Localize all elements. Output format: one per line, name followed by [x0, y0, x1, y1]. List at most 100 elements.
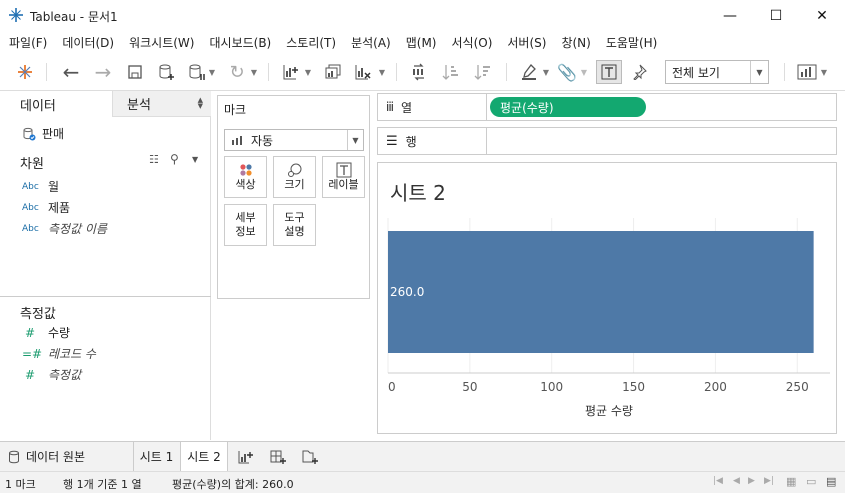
dimension-label: 제품: [48, 201, 71, 215]
group-dropdown-icon[interactable]: ▼: [580, 61, 588, 83]
tab-datasource-label: 데이터 원본: [26, 450, 86, 464]
menu-data[interactable]: 데이터(D): [57, 34, 119, 51]
bar-chart-icon: [232, 136, 242, 145]
sort-descending-icon[interactable]: [472, 61, 494, 83]
tableau-start-icon[interactable]: [14, 61, 36, 83]
dimension-label: 월: [48, 180, 60, 194]
datasource-item[interactable]: 판매: [22, 125, 64, 142]
new-worksheet-icon[interactable]: [280, 61, 302, 83]
group-icon[interactable]: 📎: [556, 61, 578, 83]
bar[interactable]: [388, 231, 814, 353]
number-type-icon: #: [24, 367, 36, 382]
columns-pill[interactable]: 평균(수량): [490, 97, 646, 117]
highlight-dropdown-icon[interactable]: ▼: [542, 61, 550, 83]
pane-divider[interactable]: [0, 296, 211, 297]
dimension-item[interactable]: Abc 측정값 이름: [22, 220, 107, 237]
maximize-button[interactable]: ☐: [753, 0, 799, 31]
list-view-icon[interactable]: ☷: [149, 153, 159, 166]
columns-shelf[interactable]: iii 열 평균(수량): [377, 93, 837, 121]
menu-map[interactable]: 맵(M): [401, 34, 442, 51]
pause-dropdown-icon[interactable]: ▼: [208, 61, 216, 83]
updown-icon: ▲ ▼: [197, 96, 203, 110]
swap-rows-columns-icon[interactable]: [408, 61, 430, 83]
string-type-icon: Abc: [22, 223, 39, 234]
show-tabs-icon[interactable]: ▤: [826, 475, 836, 488]
database-icon: [9, 450, 19, 463]
tab-datasource[interactable]: 데이터 원본: [0, 442, 128, 471]
rows-shelf[interactable]: ☰ 행: [377, 127, 837, 155]
duplicate-sheet-icon[interactable]: [322, 61, 344, 83]
menu-file[interactable]: 파일(F): [4, 34, 52, 51]
show-mark-labels-icon[interactable]: [596, 60, 622, 84]
dimension-item[interactable]: Abc 제품: [22, 199, 70, 216]
bar-chart: 260.0 0 50 100 150 200 250 평균 수량: [387, 218, 830, 418]
string-type-icon: Abc: [22, 202, 39, 213]
tableau-logo-icon: [9, 8, 23, 22]
x-tick-label: 100: [540, 380, 563, 394]
color-button[interactable]: 색상: [224, 156, 267, 198]
menu-analysis[interactable]: 분석(A): [346, 34, 396, 51]
menu-help[interactable]: 도움말(H): [601, 34, 663, 51]
show-me-dropdown-icon[interactable]: ▼: [820, 61, 828, 83]
tab-analysis-label: 분석: [127, 98, 151, 113]
size-button[interactable]: 크기: [273, 156, 316, 198]
color-label: 색상: [235, 178, 256, 191]
clear-sheet-icon[interactable]: [352, 61, 374, 83]
refresh-icon[interactable]: ↻: [226, 61, 248, 83]
dimension-item[interactable]: Abc 월: [22, 178, 59, 195]
tab-analysis[interactable]: 분석 ▲ ▼: [112, 91, 211, 117]
undo-icon[interactable]: ←: [60, 60, 82, 84]
new-worksheet-tab-icon[interactable]: [234, 442, 258, 471]
sort-ascending-icon[interactable]: [440, 61, 462, 83]
label-button[interactable]: 레이블: [322, 156, 365, 198]
tab-view-icon[interactable]: ▭: [806, 475, 816, 488]
detail-button[interactable]: 세부 정보: [224, 204, 267, 246]
new-story-tab-icon[interactable]: [298, 442, 322, 471]
new-worksheet-dropdown-icon[interactable]: ▼: [304, 61, 312, 83]
label-icon: [336, 162, 351, 178]
menu-format[interactable]: 서식(O): [447, 34, 498, 51]
search-icon[interactable]: ⚲: [170, 152, 179, 166]
measure-item[interactable]: # 측정값: [22, 366, 81, 383]
measure-item[interactable]: =# 레코드 수: [22, 345, 96, 362]
save-icon[interactable]: [124, 61, 146, 83]
tooltip-label-line1: 도구: [284, 211, 305, 224]
chevron-down-icon[interactable]: ▼: [192, 155, 198, 164]
tab-sheet-2[interactable]: 시트 2: [180, 442, 228, 471]
tab-data[interactable]: 데이터: [0, 91, 112, 117]
first-sheet-icon[interactable]: |◀: [713, 476, 723, 486]
clear-dropdown-icon[interactable]: ▼: [378, 61, 386, 83]
menu-server[interactable]: 서버(S): [502, 34, 551, 51]
new-datasource-icon[interactable]: [156, 61, 178, 83]
dimension-label: 측정값 이름: [48, 222, 108, 236]
refresh-dropdown-icon[interactable]: ▼: [250, 61, 258, 83]
data-pane: 데이터 분석 ▲ ▼ 판매 차원 ☷ ⚲ ▼ Abc 월 Abc 제품 Abc 측…: [0, 91, 211, 440]
menu-story[interactable]: 스토리(T): [281, 34, 341, 51]
marks-card: 마크 자동 ▼ 색상 크기 레이블 세부 정보 도구 설명: [217, 95, 370, 299]
new-dashboard-tab-icon[interactable]: [266, 442, 290, 471]
tab-sheet-1[interactable]: 시트 1: [133, 442, 179, 471]
menu-worksheet[interactable]: 워크시트(W): [124, 34, 199, 51]
measure-label: 수량: [48, 326, 71, 340]
previous-sheet-icon[interactable]: ◀: [733, 476, 740, 486]
minimize-button[interactable]: —: [707, 0, 753, 31]
mark-type-select[interactable]: 자동 ▼: [224, 129, 364, 151]
pin-icon[interactable]: [628, 61, 650, 83]
redo-icon[interactable]: →: [92, 60, 114, 84]
next-sheet-icon[interactable]: ▶: [748, 476, 755, 486]
measure-item[interactable]: # 수량: [22, 324, 70, 341]
last-sheet-icon[interactable]: ▶|: [764, 476, 774, 486]
tooltip-button[interactable]: 도구 설명: [273, 204, 316, 246]
fit-view-select[interactable]: 전체 보기 ▼: [665, 60, 769, 84]
filmstrip-view-icon[interactable]: ▦: [786, 475, 796, 488]
close-button[interactable]: ✕: [799, 0, 845, 31]
x-axis-title[interactable]: 평균 수량: [585, 404, 633, 418]
menu-window[interactable]: 창(N): [556, 34, 595, 51]
highlight-icon[interactable]: [518, 61, 540, 83]
menu-dashboard[interactable]: 대시보드(B): [204, 34, 276, 51]
chevron-down-icon: ▼: [347, 130, 363, 150]
pause-updates-icon[interactable]: [186, 61, 208, 83]
show-me-icon[interactable]: [796, 61, 818, 83]
rows-shelf-label: ☰ 행: [378, 128, 487, 154]
label-label: 레이블: [328, 178, 359, 191]
